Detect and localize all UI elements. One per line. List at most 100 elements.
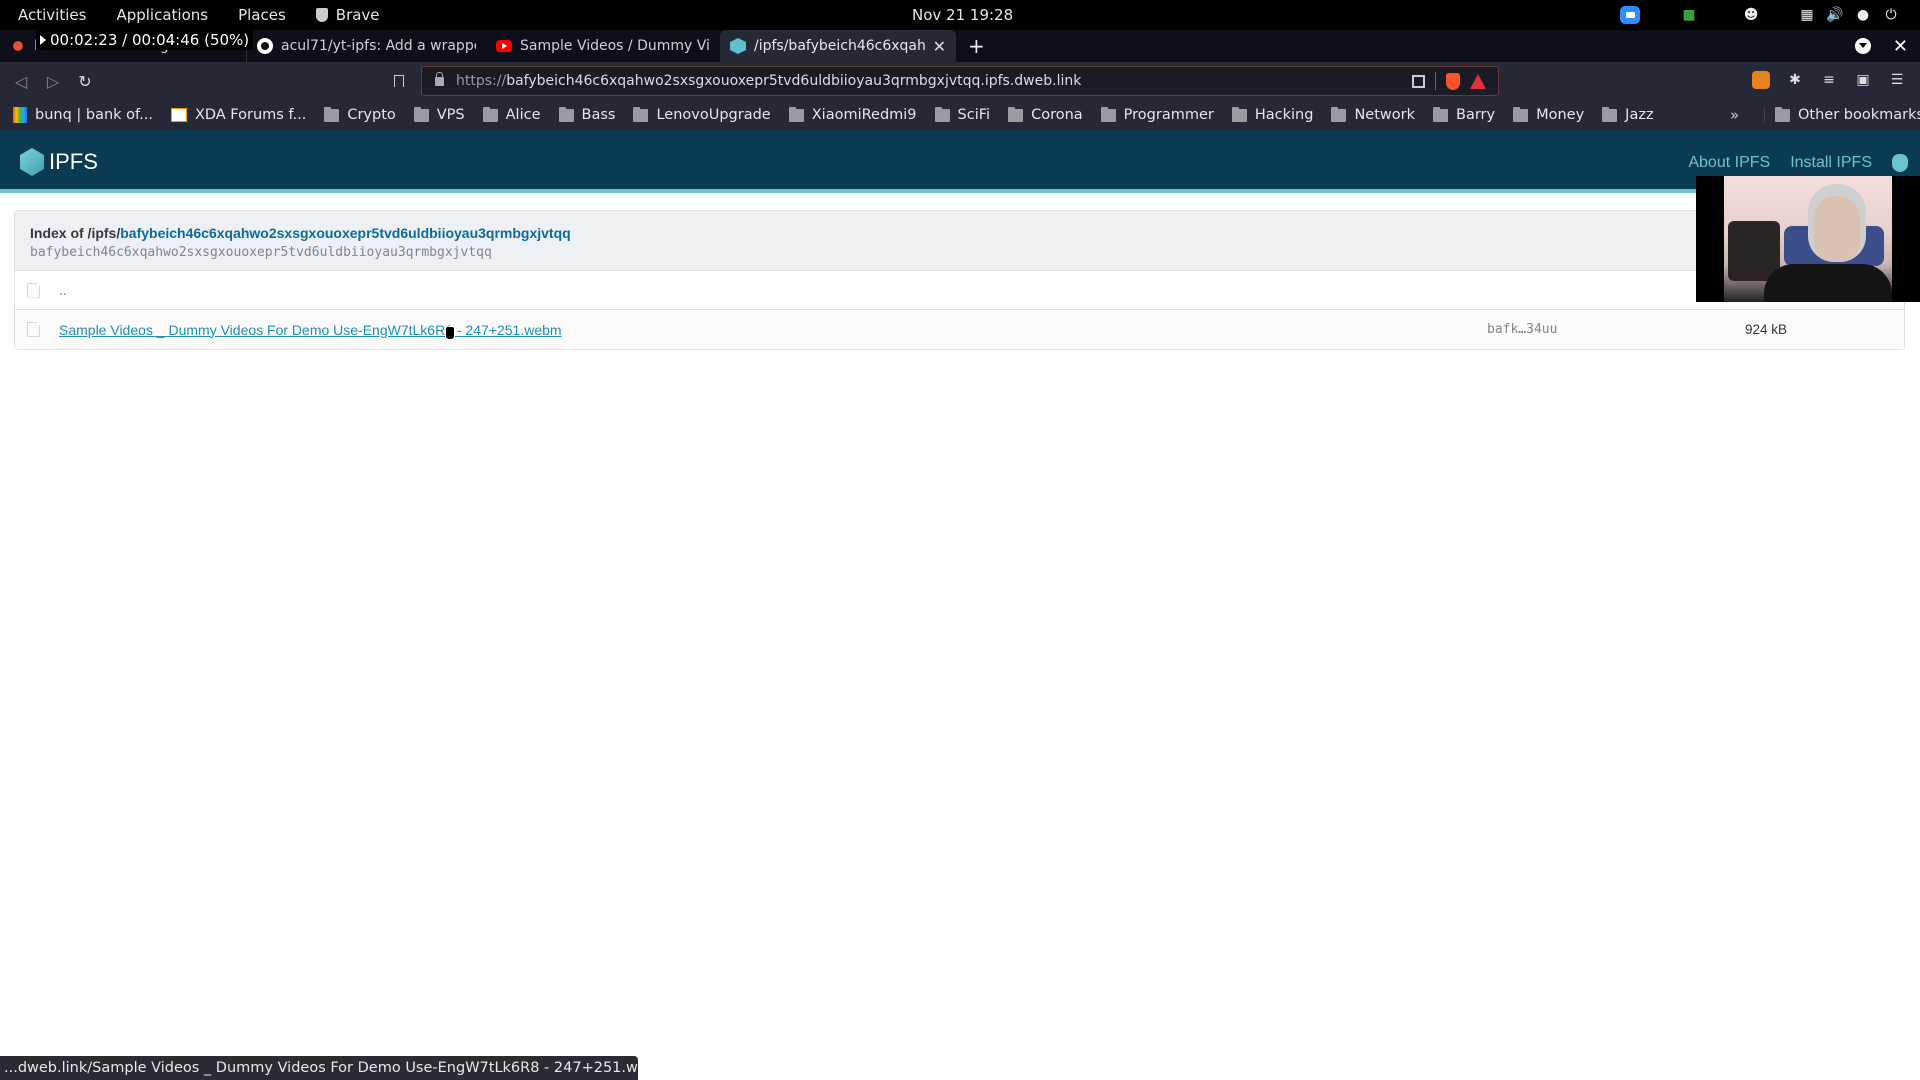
qr-code-icon[interactable] <box>1412 74 1425 88</box>
back-icon[interactable]: ◁ <box>10 70 32 92</box>
parent-directory-link[interactable]: .. <box>59 282 67 298</box>
tab-ipfs-active[interactable]: /ipfs/bafybeich46c6xqahwo ✕ <box>720 30 956 62</box>
index-cid-link[interactable]: bafybeich46c6xqahwo2sxsgxouoxepr5tvd6uld… <box>120 225 570 241</box>
url-scheme: https:// <box>456 73 507 89</box>
network-icon[interactable]: ▦ <box>1796 4 1818 26</box>
close-tab-icon[interactable]: ✕ <box>933 37 946 56</box>
tab-label: Sample Videos / Dummy Videos <box>520 38 710 54</box>
lock-icon[interactable] <box>435 71 444 86</box>
zoom-icon[interactable] <box>1620 6 1640 24</box>
bookmark-folder-money[interactable]: Money <box>1513 106 1585 123</box>
webcam-person <box>1764 264 1892 302</box>
folder-icon <box>413 106 429 122</box>
index-title: Index of /ipfs/bafybeich46c6xqahwo2sxsgx… <box>30 225 1889 241</box>
extensions-icon[interactable]: ✱ <box>1786 71 1804 89</box>
microphone-icon[interactable]: ● <box>1852 4 1874 26</box>
brave-rewards-icon[interactable] <box>1470 73 1486 89</box>
file-icon <box>27 322 40 337</box>
url-text[interactable]: https://bafybeich46c6xqahwo2sxsgxouoxepr… <box>456 73 1081 89</box>
bookmark-folder-other[interactable]: Other bookmarks <box>1764 106 1920 123</box>
webcam-person <box>1814 196 1860 262</box>
link-status-bar: ...dweb.link/Sample Videos _ Dummy Video… <box>0 1056 638 1080</box>
tab-youtube[interactable]: Sample Videos / Dummy Videos <box>486 30 720 62</box>
tab-label: acul71/yt-ipfs: Add a wrapper <box>281 38 476 54</box>
bug-report-icon[interactable] <box>1892 154 1908 172</box>
bookmark-label: LenovoUpgrade <box>656 107 771 123</box>
lock-icon[interactable]: ■ <box>1678 4 1700 26</box>
directory-listing: Index of /ipfs/bafybeich46c6xqahwo2sxsgx… <box>14 210 1905 350</box>
bookmark-bunq[interactable]: bunq | bank of... <box>13 107 153 123</box>
file-size: 924 kB <box>1745 322 1788 337</box>
ipfs-logo[interactable]: IPFS <box>20 148 98 176</box>
applications-menu[interactable]: Applications <box>116 6 208 24</box>
bookmark-folder-hacking[interactable]: Hacking <box>1231 106 1314 123</box>
bookmark-label: Network <box>1354 107 1415 123</box>
bookmarks-bar: bunq | bank of... XDA Forums f... Crypto… <box>0 100 1920 130</box>
webcam-overlay[interactable] <box>1696 176 1920 302</box>
divider <box>1435 72 1436 90</box>
file-cid[interactable]: bafk…34uu <box>1487 322 1557 337</box>
listing-header: Index of /ipfs/bafybeich46c6xqahwo2sxsgx… <box>15 211 1904 271</box>
new-tab-button[interactable]: + <box>956 30 997 62</box>
file-link[interactable]: Sample Videos _ Dummy Videos For Demo Us… <box>59 322 562 338</box>
bookmark-folder-vps[interactable]: VPS <box>413 106 465 123</box>
reload-icon[interactable]: ↻ <box>74 70 96 92</box>
window-close-icon[interactable]: ✕ <box>1893 36 1908 57</box>
brave-icon <box>315 8 328 22</box>
folder-icon <box>1513 106 1529 122</box>
media-progress-overlay: 00:02:23 / 00:04:46 (50%) <box>36 30 254 50</box>
metamask-icon[interactable] <box>1752 71 1770 89</box>
folder-icon <box>558 106 574 122</box>
bookmark-label: SciFi <box>957 107 991 123</box>
power-icon[interactable]: ⏻ <box>1880 4 1902 26</box>
bookmark-label: Bass <box>581 107 616 123</box>
webcam-video <box>1724 176 1892 302</box>
bookmark-page-icon[interactable] <box>388 70 410 92</box>
bunq-icon <box>13 107 27 123</box>
brave-shields-icon[interactable] <box>1446 72 1460 90</box>
clock[interactable]: Nov 21 19:28 <box>912 6 1013 24</box>
system-tray[interactable]: ■ ☻ ▦ 🔊 ● ⏻ <box>1620 0 1902 30</box>
install-ipfs-link[interactable]: Install IPFS <box>1790 154 1872 172</box>
bookmark-folder-jazz[interactable]: Jazz <box>1602 106 1654 123</box>
menu-icon[interactable]: ☰ <box>1888 71 1906 89</box>
bookmark-folder-xiaomiredmi9[interactable]: XiaomiRedmi9 <box>788 106 917 123</box>
play-icon <box>40 35 46 45</box>
folder-icon <box>482 106 498 122</box>
folder-icon <box>1100 106 1116 122</box>
wallet-icon[interactable]: ▣ <box>1854 71 1872 89</box>
accessibility-icon[interactable]: ☻ <box>1740 4 1762 26</box>
bookmark-folder-alice[interactable]: Alice <box>482 106 541 123</box>
bookmark-xda[interactable]: XDA Forums f... <box>170 107 307 123</box>
folder-icon <box>1775 106 1790 122</box>
active-app-menu[interactable]: Brave <box>315 6 380 24</box>
bookmark-folder-network[interactable]: Network <box>1331 106 1415 123</box>
index-cid: bafybeich46c6xqahwo2sxsgxouoxepr5tvd6uld… <box>30 245 492 260</box>
folder-icon <box>1331 106 1347 122</box>
bookmark-folder-programmer[interactable]: Programmer <box>1100 106 1214 123</box>
more-bookmarks-chevron-icon[interactable]: » <box>1730 106 1739 124</box>
activities-button[interactable]: Activities <box>18 6 86 24</box>
playlist-icon[interactable]: ≡ <box>1820 71 1838 89</box>
tab-search-icon[interactable] <box>1854 38 1871 54</box>
volume-icon[interactable]: 🔊 <box>1824 4 1846 26</box>
bookmark-label: Programmer <box>1123 107 1214 123</box>
bookmark-label: Money <box>1536 107 1585 123</box>
address-bar[interactable]: https://bafybeich46c6xqahwo2sxsgxouoxepr… <box>421 66 1499 96</box>
tab-label: /ipfs/bafybeich46c6xqahwo <box>754 38 925 54</box>
forward-icon[interactable]: ▷ <box>42 70 64 92</box>
bookmark-folder-crypto[interactable]: Crypto <box>324 106 396 123</box>
bookmark-folder-scifi[interactable]: SciFi <box>934 106 991 123</box>
bookmark-label: XiaomiRedmi9 <box>811 107 917 123</box>
bookmark-folder-barry[interactable]: Barry <box>1433 106 1495 123</box>
bookmark-label: Hacking <box>1254 107 1314 123</box>
active-app-label: Brave <box>335 6 380 24</box>
bookmark-folder-lenovoupgrade[interactable]: LenovoUpgrade <box>633 106 771 123</box>
bookmark-label: Alice <box>505 107 541 123</box>
bookmark-folder-bass[interactable]: Bass <box>558 106 616 123</box>
bookmark-folder-corona[interactable]: Corona <box>1008 106 1083 123</box>
tab-github[interactable]: acul71/yt-ipfs: Add a wrapper <box>246 30 486 62</box>
about-ipfs-link[interactable]: About IPFS <box>1688 154 1770 172</box>
bookmark-label: XDA Forums f... <box>194 107 307 123</box>
places-menu[interactable]: Places <box>238 6 286 24</box>
